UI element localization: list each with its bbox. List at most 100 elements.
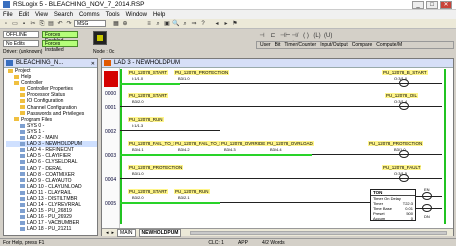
- contact-tag[interactable]: PU_12078_START: [128, 93, 169, 98]
- contact-tag[interactable]: PU_12078_RUN: [174, 189, 210, 194]
- paste-icon[interactable]: ▤: [47, 20, 55, 28]
- output-coil[interactable]: [399, 102, 409, 110]
- tab-compute[interactable]: Compute/M: [376, 42, 402, 48]
- tab-bit[interactable]: Bit: [275, 42, 281, 48]
- accum-value: 0: [410, 216, 413, 221]
- tab-compare[interactable]: Compare: [352, 42, 373, 48]
- tab-nav-right-icon[interactable]: ▸: [112, 230, 115, 236]
- contact-address: B3/2.0: [132, 99, 144, 104]
- project-tree-label: SYS 1 -: [27, 128, 45, 135]
- contact-tag[interactable]: PU_12078_OVRRIDE: [220, 141, 267, 146]
- search-icon[interactable]: 🔍: [172, 20, 180, 28]
- rung-wire: [120, 106, 442, 107]
- project-tree-label: Passwords and Privileges: [27, 110, 85, 117]
- back-icon[interactable]: ◂: [213, 20, 221, 28]
- tab-user[interactable]: User: [260, 42, 271, 48]
- undo-icon[interactable]: ↶: [56, 20, 64, 28]
- branch-icon[interactable]: ⊏: [269, 32, 277, 40]
- close-button[interactable]: ✕: [440, 1, 452, 9]
- menu-file[interactable]: File: [3, 12, 13, 18]
- xio-icon[interactable]: ⊣/⊢: [291, 32, 299, 47]
- forward-icon[interactable]: ▸: [222, 20, 230, 28]
- rslogix-window: RSLogix 5 - BLEACHING_NOV_7_2014.RSP _ □…: [0, 0, 456, 246]
- project-tree-item[interactable]: LAD 18 - PU_21211: [6, 226, 97, 232]
- project-tree-label: LAD 10 - CLAYUNLOAD: [27, 183, 82, 190]
- ote-icon[interactable]: ( ): [302, 32, 310, 40]
- search-next-icon[interactable]: ⌕: [181, 20, 189, 28]
- menu-search[interactable]: Search: [54, 12, 73, 18]
- ladder-header: LAD 3 - NEWHOLDPUM: [102, 59, 453, 68]
- output-coil[interactable]: [399, 174, 409, 182]
- output-coil[interactable]: [399, 79, 409, 87]
- msg-field[interactable]: MSG: [74, 20, 106, 27]
- folder-icon: [20, 93, 25, 98]
- verify-icon[interactable]: ▦: [112, 20, 120, 28]
- horizontal-scrollbar[interactable]: [190, 230, 447, 235]
- help-icon[interactable]: ?: [199, 20, 207, 28]
- ton-timer-block[interactable]: TON Timer On Delay Timer T22:3 Time Base 0…: [370, 189, 416, 221]
- contact-tag[interactable]: PU_12078_RUN: [128, 117, 164, 122]
- ladder-file-icon: [20, 160, 25, 165]
- otu-icon[interactable]: (U): [324, 32, 332, 40]
- project-tree-label: Processor Status: [27, 92, 66, 99]
- contact-address: B3/2.1: [178, 195, 190, 200]
- tab-newholdpum[interactable]: NEWHOLDPUM: [138, 228, 182, 237]
- menu-view[interactable]: View: [35, 12, 48, 18]
- menu-edit[interactable]: Edit: [19, 12, 29, 18]
- new-file-icon[interactable]: ▫: [2, 20, 10, 28]
- mode-select[interactable]: OFFLINE: [3, 31, 39, 38]
- maximize-button[interactable]: □: [426, 1, 438, 9]
- coil-tag[interactable]: PU_12078_OIL: [385, 93, 419, 98]
- zoom-icon[interactable]: ⊕: [121, 20, 129, 28]
- output-coil[interactable]: [399, 150, 409, 158]
- copy-icon[interactable]: ⎘: [38, 20, 46, 28]
- contact-tag[interactable]: PU_12078_PROTECTION: [174, 70, 230, 75]
- tab-nav-left-icon[interactable]: ◂: [106, 230, 109, 236]
- minimize-button[interactable]: _: [412, 1, 424, 9]
- project-tree-label: LAD 7 - DERAL: [27, 165, 63, 172]
- find-icon[interactable]: ⌕: [154, 20, 162, 28]
- rung-number: 0005: [105, 201, 117, 207]
- ladder-file-icon: [20, 166, 25, 171]
- contact-tag[interactable]: PU_12078_START: [128, 70, 169, 75]
- coil-tag[interactable]: PU_12078_B_START: [382, 70, 428, 75]
- menu-tools[interactable]: Tools: [106, 12, 120, 18]
- coil-tag[interactable]: PU_12078_PROTECTION: [368, 141, 424, 146]
- dn-coil[interactable]: [422, 204, 432, 212]
- rung-add-icon[interactable]: ⊣: [258, 32, 266, 40]
- panel-close-icon[interactable]: ✕: [91, 60, 95, 69]
- redo-icon[interactable]: ↷: [65, 20, 73, 28]
- cut-icon[interactable]: ✂: [29, 20, 37, 28]
- contact-tag[interactable]: PU_12078_OVRLOAD: [266, 141, 314, 146]
- en-coil[interactable]: [422, 192, 432, 200]
- project-tree-label: LAD 9 - CLAYAUTO: [27, 177, 72, 184]
- menu-help[interactable]: Help: [153, 12, 165, 18]
- dn-label: DN: [424, 214, 430, 219]
- status-address: CLC: 1: [208, 240, 224, 246]
- ladder-file-icon: [20, 172, 25, 177]
- project-tree-label: Controller: [21, 80, 43, 87]
- goto-icon[interactable]: ⇒: [190, 20, 198, 28]
- save-icon[interactable]: ▪: [20, 20, 28, 28]
- tab-timer-counter[interactable]: Timer/Counter: [284, 42, 316, 48]
- tab-main[interactable]: MAIN: [117, 228, 136, 237]
- menu-comms[interactable]: Comms: [79, 12, 100, 18]
- ladder-file-icon: [20, 221, 25, 226]
- contact-tag[interactable]: PU_12078_PROTECTION: [128, 165, 184, 170]
- open-folder-icon[interactable]: ▭: [11, 20, 19, 28]
- contact-tag[interactable]: PU_12078_START: [128, 189, 169, 194]
- tab-input-output[interactable]: Input/Output: [320, 42, 348, 48]
- xic-icon[interactable]: ⊣⊢: [280, 32, 290, 40]
- ladder-file-icon: [20, 135, 25, 140]
- app-icon: [3, 1, 10, 8]
- status-file: APP: [237, 240, 248, 246]
- edits-select[interactable]: No Edits: [3, 40, 39, 47]
- compile-icon[interactable]: ▣: [163, 20, 171, 28]
- bookmark-icon[interactable]: ⚑: [231, 20, 239, 28]
- project-tree-label: LAD 4 - REFINECNT: [27, 147, 74, 154]
- energized-rung-segment: [120, 83, 180, 85]
- menu-window[interactable]: Window: [126, 12, 147, 18]
- otl-icon[interactable]: (L): [313, 32, 321, 40]
- coil-tag[interactable]: PU_12078_FAULT: [382, 165, 422, 170]
- rung-icon[interactable]: ≡: [145, 20, 153, 28]
